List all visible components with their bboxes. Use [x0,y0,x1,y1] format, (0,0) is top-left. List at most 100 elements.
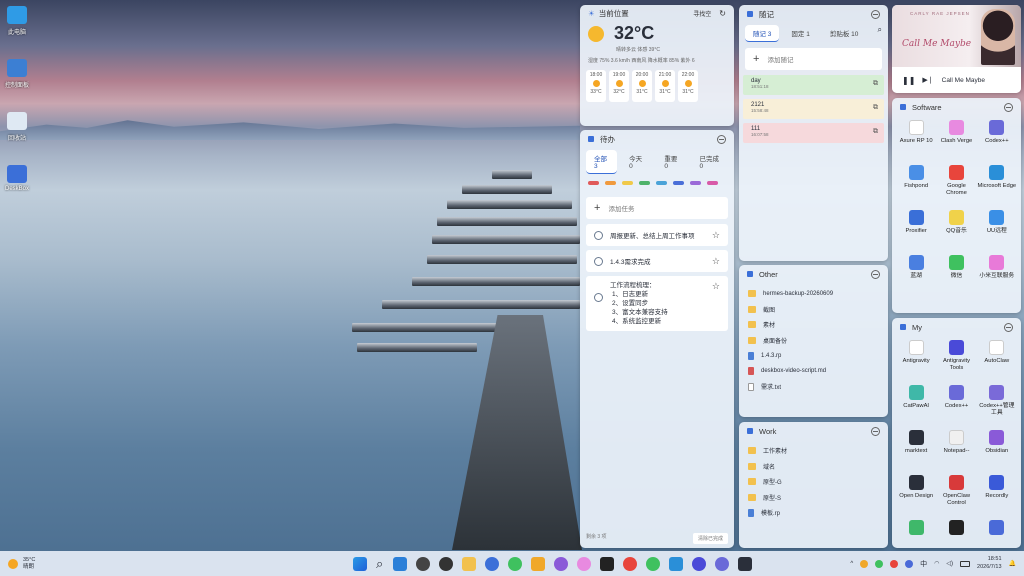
taskbar-app-icon[interactable] [599,556,614,571]
star-icon[interactable]: ☆ [712,230,720,241]
app-tile[interactable]: Axure RP 10 [896,116,936,161]
todo-item[interactable]: 工作流程梳理： 1、日志更新 2、设置同步 3、富文本兼容支持 4、系统监控更新 ☆ [586,276,728,332]
note-item[interactable]: day 18:51:18 ⧉ [743,75,884,95]
copy-icon[interactable]: ⧉ [873,104,878,112]
color-filter-dot[interactable] [656,181,667,185]
desktop-icon[interactable]: 回收站 [2,112,32,142]
app-tile[interactable]: Proxifier [896,206,936,251]
taskbar-app-icon[interactable] [484,556,499,571]
collapse-icon[interactable] [1004,322,1013,332]
weather-sun-icon[interactable] [8,558,18,569]
color-filter-dot[interactable] [588,181,599,185]
copy-icon[interactable]: ⧉ [873,80,878,88]
todo-item[interactable]: 周报更新、总结上周工作事项 ☆ [586,224,728,246]
app-tile[interactable]: Antigravity [896,336,936,381]
collapse-icon[interactable] [1004,102,1013,112]
app-tile[interactable] [977,516,1017,548]
notes-tab[interactable]: 随记 3 [745,25,780,42]
taskbar-app-icon[interactable] [392,556,407,571]
app-tile[interactable]: 微信 [936,251,976,296]
note-item[interactable]: 111 16:07:58 ⧉ [743,123,884,143]
color-filter-dot[interactable] [605,181,616,185]
clear-completed-button[interactable]: 清除已完成 [692,533,728,544]
file-item[interactable]: 桌面备份 [739,333,888,349]
collapse-icon[interactable] [871,269,880,279]
taskbar-app-icon[interactable] [668,556,683,571]
taskbar-app-icon[interactable] [507,556,522,571]
taskbar-time[interactable]: 18:51 [977,556,1002,563]
app-tile[interactable]: Codex++管理工具 [977,381,1017,426]
start-button[interactable] [352,556,367,571]
file-item[interactable]: deskbox-video-script.md [739,364,888,380]
color-filter-dot[interactable] [673,181,684,185]
file-item[interactable]: 1.4.3.rp [739,348,888,364]
tray-app-icon[interactable] [905,559,914,568]
desktop-icon[interactable]: 控制面板 [2,59,32,89]
tray-app-icon[interactable] [890,559,899,568]
app-tile[interactable]: AutoClaw [977,336,1017,381]
taskbar-app-icon[interactable] [645,556,660,571]
collapse-icon[interactable] [717,134,726,144]
app-tile[interactable]: Fishpond [896,161,936,206]
copy-icon[interactable]: ⧉ [873,128,878,136]
color-filter-dot[interactable] [707,181,718,185]
todo-checkbox[interactable] [594,293,603,302]
taskbar-app-icon[interactable] [415,556,430,571]
volume-icon[interactable]: ◁) [946,560,953,567]
next-track-icon[interactable]: ▶❘ [922,76,933,84]
file-item[interactable]: 工作素材 [739,443,888,459]
taskbar-app-icon[interactable] [553,556,568,571]
app-tile[interactable]: Codex++ [936,381,976,426]
app-tile[interactable]: Microsoft Edge [977,161,1017,206]
add-note-input[interactable]: + 添加随记 [745,48,882,70]
search-icon[interactable]: ⌕ [878,25,882,42]
tray-chevron-icon[interactable]: ^ [850,561,853,567]
taskbar-app-icon[interactable] [461,556,476,571]
app-tile[interactable]: Clash Verge [936,116,976,161]
pause-icon[interactable]: ❚❚ [902,76,915,85]
star-icon[interactable]: ☆ [712,281,720,292]
taskbar-app-icon[interactable] [714,556,729,571]
todo-tab[interactable]: 已完成 0 [691,150,728,174]
todo-checkbox[interactable] [594,256,603,266]
color-filter-dot[interactable] [639,181,650,185]
app-tile[interactable]: OpenClaw Control [936,471,976,516]
app-tile[interactable]: Notepad-- [936,426,976,471]
search-icon[interactable]: ⌕ [376,556,383,572]
app-tile[interactable]: UU远程 [977,206,1017,251]
taskbar-app-icon[interactable] [691,556,706,571]
app-tile[interactable]: marktext [896,426,936,471]
add-task-input[interactable]: + 添加任务 [586,197,728,219]
tray-app-icon[interactable] [875,559,884,568]
file-item[interactable]: 需求.txt [739,379,888,395]
taskbar-app-icon[interactable] [622,556,637,571]
app-tile[interactable]: Recordly [977,471,1017,516]
battery-icon[interactable] [960,560,971,567]
app-tile[interactable]: 蓝湖 [896,251,936,296]
taskbar-app-icon[interactable] [576,556,591,571]
taskbar-app-icon[interactable] [737,556,752,571]
taskbar-app-icon[interactable] [530,556,545,571]
tray-app-icon[interactable] [860,559,869,568]
app-tile[interactable]: Google Chrome [936,161,976,206]
app-tile[interactable] [896,516,936,548]
todo-tab[interactable]: 全部 3 [586,150,618,174]
desktop-icon[interactable]: 此电脑 [2,6,32,36]
file-item[interactable]: 模板.rp [739,505,888,521]
app-tile[interactable]: QQ音乐 [936,206,976,251]
file-item[interactable]: 原型-S [739,490,888,506]
app-tile[interactable]: 小米互联服务 [977,251,1017,296]
file-item[interactable]: 截图 [739,302,888,318]
todo-tab[interactable]: 重要 0 [656,150,687,174]
file-item[interactable]: 原型-G [739,474,888,490]
notification-icon[interactable]: 🔔 [1009,560,1016,567]
file-item[interactable]: hermes-backup-20260609 [739,286,888,302]
wifi-icon[interactable]: ◠ [934,560,939,567]
collapse-icon[interactable] [871,426,880,436]
weather-location[interactable]: 当前位置 [599,8,629,19]
note-item[interactable]: 2121 15:58:48 ⧉ [743,99,884,119]
app-tile[interactable]: Obsidian [977,426,1017,471]
notes-tab[interactable]: 固定 1 [783,25,817,42]
desktop-icon[interactable]: DeskBox [2,165,32,192]
app-tile[interactable] [936,516,976,548]
